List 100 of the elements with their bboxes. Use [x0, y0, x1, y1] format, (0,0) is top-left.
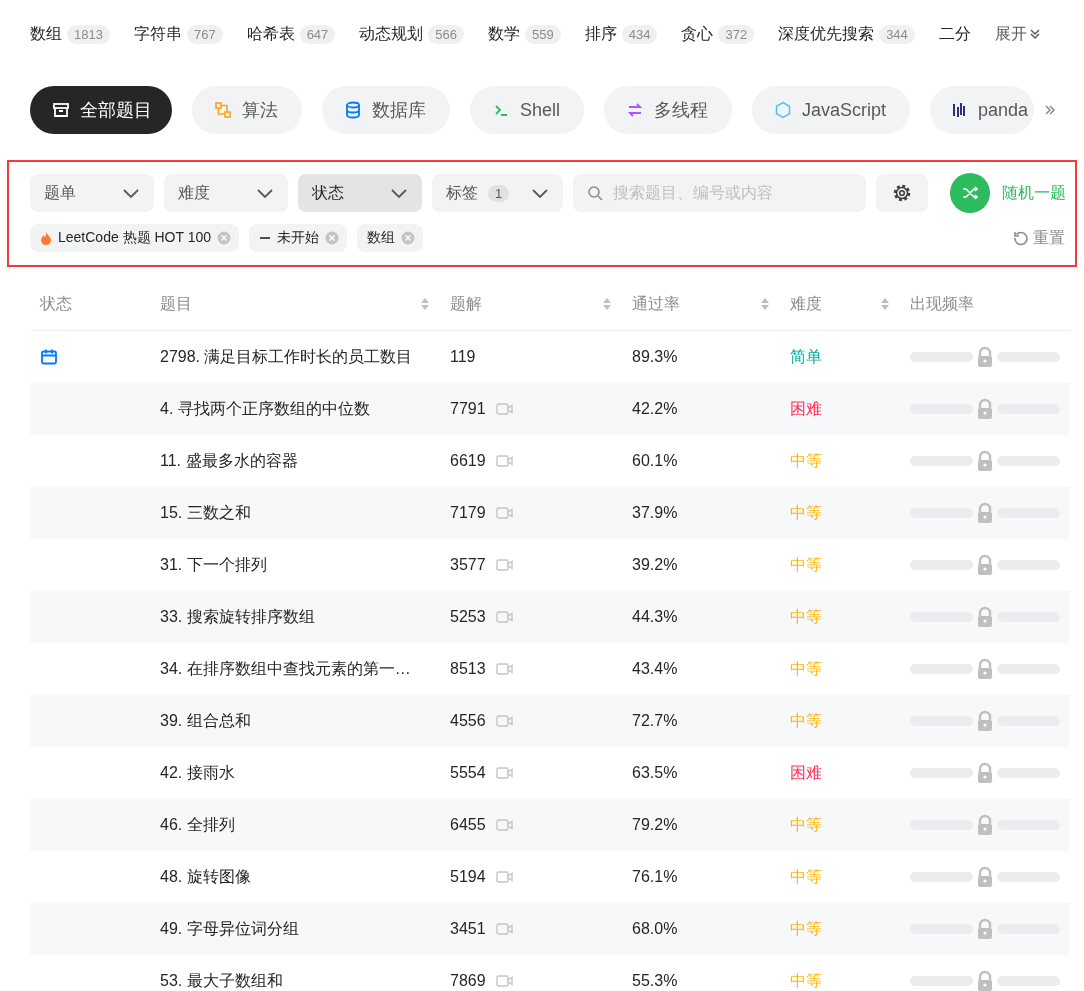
category-tab[interactable]: 多线程: [604, 86, 733, 134]
problem-title[interactable]: 49. 字母异位词分组: [160, 918, 299, 940]
problem-title[interactable]: 31. 下一个排列: [160, 554, 267, 576]
problem-title[interactable]: 42. 接雨水: [160, 762, 235, 784]
column-header[interactable]: 题目: [160, 293, 192, 315]
settings-button[interactable]: [876, 174, 928, 212]
difficulty-label: 中等: [790, 710, 822, 731]
chevron-down-icon: [1028, 28, 1041, 40]
problem-title[interactable]: 4. 寻找两个正序数组的中位数: [160, 398, 370, 420]
flowchart-icon: [214, 101, 232, 119]
solution-count: 5194: [450, 868, 486, 886]
acceptance-rate: 68.0%: [632, 920, 678, 938]
column-header[interactable]: 难度: [790, 293, 822, 315]
lock-icon: [975, 814, 995, 836]
archive-icon: [52, 101, 70, 119]
topic-tag[interactable]: 哈希表: [246, 23, 295, 45]
reset-button[interactable]: 重置: [1007, 226, 1071, 250]
difficulty-label: 中等: [790, 502, 822, 523]
difficulty-label: 困难: [790, 762, 822, 783]
column-header[interactable]: 出现频率: [910, 293, 974, 315]
difficulty-label: 中等: [790, 554, 822, 575]
problem-title[interactable]: 33. 搜索旋转排序数组: [160, 606, 315, 628]
table-row[interactable]: 53. 最大子数组和 7869 55.3% 中等: [30, 955, 1070, 991]
table-row[interactable]: 33. 搜索旋转排序数组 5253 44.3% 中等: [30, 591, 1070, 643]
filter-dropdown[interactable]: 状态: [298, 174, 422, 212]
table-row[interactable]: 2798. 满足目标工作时长的员工数目 119 89.3% 简单: [30, 331, 1070, 383]
difficulty-label: 中等: [790, 606, 822, 627]
tag-count: 1813: [67, 24, 110, 44]
column-header[interactable]: 状态: [40, 293, 72, 315]
problem-title[interactable]: 34. 在排序数组中查找元素的第一…: [160, 658, 411, 680]
topic-tag[interactable]: 字符串: [133, 23, 182, 45]
acceptance-rate: 63.5%: [632, 764, 678, 782]
filter-chip[interactable]: 未开始: [249, 224, 348, 252]
acceptance-rate: 76.1%: [632, 868, 678, 886]
reset-icon: [1013, 230, 1029, 246]
table-row[interactable]: 42. 接雨水 5554 63.5% 困难: [30, 747, 1070, 799]
category-tab[interactable]: JavaScript: [752, 86, 911, 134]
lock-icon: [975, 866, 995, 888]
tag-count: 559: [525, 24, 561, 44]
topic-tag[interactable]: 数学: [488, 23, 521, 45]
problem-title[interactable]: 48. 旋转图像: [160, 866, 251, 888]
problem-title[interactable]: 53. 最大子数组和: [160, 970, 283, 991]
difficulty-label: 中等: [790, 658, 822, 679]
table-row[interactable]: 49. 字母异位词分组 3451 68.0% 中等: [30, 903, 1070, 955]
column-header[interactable]: 题解: [450, 293, 482, 315]
category-tab[interactable]: Shell: [470, 86, 585, 134]
table-row[interactable]: 11. 盛最多水的容器 6619 60.1% 中等: [30, 435, 1070, 487]
topic-tag[interactable]: 动态规划: [359, 23, 424, 45]
solution-count: 7791: [450, 400, 486, 418]
table-row[interactable]: 39. 组合总和 4556 72.7% 中等: [30, 695, 1070, 747]
problem-title[interactable]: 2798. 满足目标工作时长的员工数目: [160, 346, 413, 368]
table-row[interactable]: 34. 在排序数组中查找元素的第一… 8513 43.4% 中等: [30, 643, 1070, 695]
difficulty-label: 中等: [790, 866, 822, 887]
topic-tag[interactable]: 深度优先搜索: [778, 23, 875, 45]
difficulty-label: 中等: [790, 970, 822, 991]
solution-count: 6619: [450, 452, 486, 470]
topic-tag[interactable]: 二分: [938, 23, 971, 45]
topic-tag[interactable]: 贪心: [681, 23, 714, 45]
filter-dropdown[interactable]: 标签 1: [432, 174, 563, 212]
topic-tag[interactable]: 排序: [584, 23, 617, 45]
expand-button[interactable]: 展开: [994, 23, 1041, 45]
difficulty-label: 困难: [790, 398, 822, 419]
category-tab[interactable]: 数据库: [322, 86, 450, 134]
category-tab[interactable]: 算法: [192, 86, 302, 134]
tag-count: 372: [718, 24, 755, 44]
topic-tag[interactable]: 数组: [30, 23, 62, 45]
flame-icon: [40, 231, 52, 245]
difficulty-label: 中等: [790, 814, 822, 835]
lock-icon: [975, 554, 995, 576]
double-chevron-right-icon: [1044, 104, 1057, 116]
table-row[interactable]: 4. 寻找两个正序数组的中位数 7791 42.2% 困难: [30, 383, 1070, 435]
lock-icon: [975, 502, 995, 524]
filter-dropdown[interactable]: 题单: [30, 174, 154, 212]
lock-icon: [975, 762, 995, 784]
close-icon: [325, 231, 340, 245]
category-tab[interactable]: 全部题目: [30, 86, 172, 134]
lock-icon: [975, 450, 995, 472]
solution-count: 6455: [450, 816, 486, 834]
problem-title[interactable]: 15. 三数之和: [160, 502, 251, 524]
lock-icon: [975, 658, 995, 680]
solution-count: 7869: [450, 972, 486, 990]
column-header[interactable]: 通过率: [632, 293, 680, 315]
problem-title[interactable]: 46. 全排列: [160, 814, 235, 836]
swap-icon: [626, 101, 645, 119]
acceptance-rate: 39.2%: [632, 556, 678, 574]
problem-title[interactable]: 39. 组合总和: [160, 710, 251, 732]
lock-icon: [975, 398, 995, 420]
acceptance-rate: 79.2%: [632, 816, 678, 834]
lock-icon: [975, 918, 995, 940]
table-row[interactable]: 31. 下一个排列 3577 39.2% 中等: [30, 539, 1070, 591]
table-row[interactable]: 48. 旋转图像 5194 76.1% 中等: [30, 851, 1070, 903]
filter-dropdown[interactable]: 难度: [164, 174, 288, 212]
problem-title[interactable]: 11. 盛最多水的容器: [160, 450, 298, 472]
acceptance-rate: 37.9%: [632, 504, 678, 522]
table-row[interactable]: 46. 全排列 6455 79.2% 中等: [30, 799, 1070, 851]
table-row[interactable]: 15. 三数之和 7179 37.9% 中等: [30, 487, 1070, 539]
category-tab[interactable]: panda: [930, 86, 1035, 134]
filter-chip[interactable]: 数组: [357, 224, 424, 252]
filter-chip[interactable]: LeetCode 热题 HOT 100: [30, 224, 240, 252]
acceptance-rate: 42.2%: [632, 400, 678, 418]
